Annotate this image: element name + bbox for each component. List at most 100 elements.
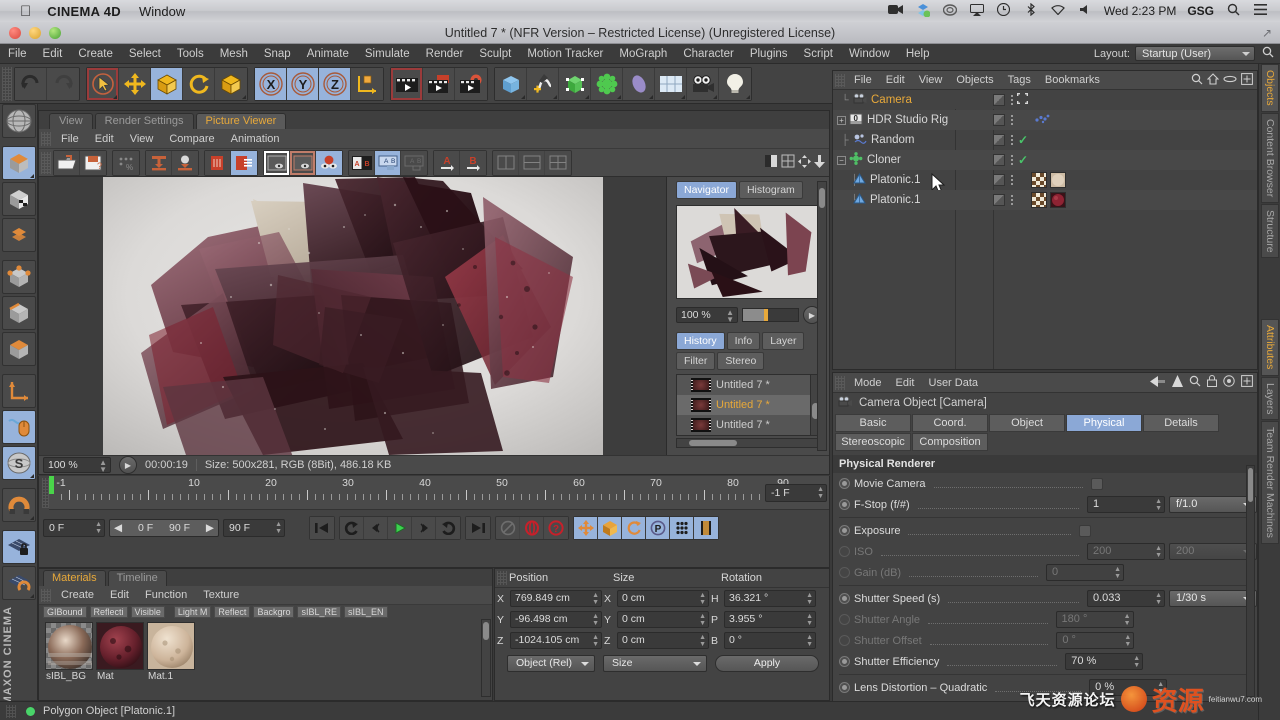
tab-navigator[interactable]: Navigator xyxy=(676,181,737,199)
visibility-dots[interactable] xyxy=(1011,115,1013,125)
range-end-arrow[interactable]: ▶ xyxy=(206,522,214,534)
coordinate-mode-dropdown[interactable]: Object (Rel) xyxy=(507,655,595,672)
property-movie-camera[interactable]: Movie Camera xyxy=(833,473,1257,494)
radio-icon[interactable] xyxy=(839,682,850,693)
lock-x-axis[interactable]: X xyxy=(255,67,287,100)
radio-icon[interactable] xyxy=(839,478,850,489)
pv-toolbar-grip[interactable] xyxy=(41,151,51,174)
picture-viewer-vertical-scrollbar[interactable] xyxy=(817,181,827,451)
model-mode-button[interactable] xyxy=(2,146,36,180)
attributes-grip[interactable] xyxy=(835,375,845,390)
material-name[interactable]: Mat xyxy=(96,671,144,682)
dropbox-icon[interactable] xyxy=(915,3,931,20)
add-camera-button[interactable] xyxy=(687,67,719,100)
menu-file[interactable]: File xyxy=(0,44,35,64)
add-nurbs-button[interactable] xyxy=(559,67,591,100)
autokey-button[interactable] xyxy=(496,517,520,539)
menu-simulate[interactable]: Simulate xyxy=(357,44,418,64)
tab-picture-viewer[interactable]: Picture Viewer xyxy=(195,113,287,129)
polygons-mode-button[interactable] xyxy=(2,332,36,366)
spinner-icon[interactable]: ▲ ▼ xyxy=(1155,545,1162,559)
visibility-dots-toggle[interactable] xyxy=(993,94,1005,106)
table-row[interactable]: + 0 HDR Studio Rig xyxy=(833,110,1257,130)
add-cube-button[interactable] xyxy=(495,67,527,100)
rail-tab-layers[interactable]: Layers xyxy=(1261,376,1279,421)
pv-menu-compare[interactable]: Compare xyxy=(161,133,222,145)
live-selection-tool[interactable] xyxy=(87,67,119,100)
ellipse-icon[interactable] xyxy=(1223,74,1237,87)
position-x-field[interactable]: 769.849 cm ▲ ▼ xyxy=(510,590,602,607)
om-menu-bookmarks[interactable]: Bookmarks xyxy=(1038,74,1107,86)
menu-plugins[interactable]: Plugins xyxy=(742,44,796,64)
search-icon[interactable] xyxy=(1189,375,1201,390)
menu-character[interactable]: Character xyxy=(675,44,742,64)
back-arrow-icon[interactable] xyxy=(1150,375,1166,390)
f-stop-dropdown[interactable]: f/1.0 xyxy=(1169,496,1257,513)
tab-histogram[interactable]: Histogram xyxy=(738,181,803,199)
tab-object[interactable]: Object xyxy=(989,414,1065,432)
property-shutter-efficiency[interactable]: Shutter Efficiency 70 % ▲ ▼ xyxy=(833,651,1257,672)
chip[interactable]: GIBound xyxy=(43,606,87,618)
shutter-speed-dropdown[interactable]: 1/30 s xyxy=(1169,590,1257,607)
tool-variants-corner[interactable] xyxy=(521,94,525,99)
edges-mode-button[interactable] xyxy=(2,296,36,330)
world-object-coordinate-toggle[interactable] xyxy=(351,67,383,100)
property-f-stop[interactable]: F-Stop (f/#) 1 ▲ ▼ f/1.0 xyxy=(833,494,1257,515)
add-icon[interactable] xyxy=(1241,375,1253,390)
chip[interactable]: Reflect xyxy=(214,606,251,618)
menu-window[interactable]: Window xyxy=(841,44,898,64)
expander-plus-icon[interactable]: + xyxy=(837,115,846,125)
time-machine-icon[interactable] xyxy=(996,2,1012,19)
property-iso[interactable]: ISO 200 ▲ ▼ 200 xyxy=(833,541,1257,562)
spinner-icon[interactable]: ▲ ▼ xyxy=(99,459,107,474)
pv-menu-animation[interactable]: Animation xyxy=(223,133,288,145)
key-scale-button[interactable] xyxy=(598,517,622,539)
enabled-check-icon[interactable]: ✓ xyxy=(1018,133,1028,147)
make-editable-button[interactable] xyxy=(2,104,36,138)
navigator-preview[interactable] xyxy=(676,205,821,299)
visibility-dots[interactable] xyxy=(1011,155,1013,165)
tool-variants-corner[interactable] xyxy=(30,516,34,520)
rail-tab-objects[interactable]: Objects xyxy=(1261,64,1279,112)
table-row[interactable]: └ Platonic.1 xyxy=(833,190,1257,210)
history-book-icon[interactable] xyxy=(231,150,257,175)
chip[interactable]: Visible xyxy=(130,606,165,618)
shutter-offset-field[interactable]: 0 ° ▲ ▼ xyxy=(1056,632,1135,649)
viewer-zoom-field[interactable]: 100 % ▲ ▼ xyxy=(43,457,111,474)
max-frame-field[interactable]: 90 F ▲ ▼ xyxy=(223,519,285,537)
pv-menu-grip[interactable] xyxy=(41,131,51,146)
spinner-icon[interactable]: ▲ ▼ xyxy=(699,634,706,648)
size-mode-dropdown[interactable]: Size xyxy=(603,655,707,672)
object-row-hdr-studio-rig[interactable]: + 0 HDR Studio Rig xyxy=(833,113,993,128)
layout-single-icon[interactable] xyxy=(493,150,519,175)
tool-variants-corner[interactable] xyxy=(649,94,653,99)
object-row-camera[interactable]: └ Camera xyxy=(833,93,993,107)
layout-split-icon[interactable] xyxy=(519,150,545,175)
target-icon[interactable] xyxy=(1223,375,1235,390)
axis-modify-button[interactable] xyxy=(2,374,36,408)
pan-arrows-icon[interactable] xyxy=(798,154,811,171)
tab-coord[interactable]: Coord. xyxy=(912,414,988,432)
list-item[interactable]: Untitled 7 * xyxy=(677,415,820,435)
add-layer-icon[interactable] xyxy=(1241,72,1253,88)
spinner-icon[interactable]: ▲ ▼ xyxy=(592,634,599,648)
b-arrow-icon[interactable]: B xyxy=(460,150,486,175)
chip[interactable]: Backgro xyxy=(253,606,295,618)
send-down-icon[interactable] xyxy=(146,150,172,175)
preview-range-bar[interactable]: ◀ 0 F 90 F ▶ xyxy=(109,519,219,537)
fullscreen-icon[interactable]: ↗ xyxy=(1262,26,1272,40)
object-row-platonic-1[interactable]: ├ Platonic.1 xyxy=(833,172,993,188)
screen-record-icon[interactable] xyxy=(888,4,904,18)
expander-minus-icon[interactable]: − xyxy=(837,155,846,165)
menu-edit[interactable]: Edit xyxy=(35,44,71,64)
go-to-end-button[interactable] xyxy=(466,517,490,539)
timeline-ruler[interactable]: -1 10 20 30 40 50 60 70 80 90 -1 F ▲ ▼ xyxy=(49,476,829,510)
up-arrow-icon[interactable] xyxy=(1172,375,1183,390)
menu-mesh[interactable]: Mesh xyxy=(212,44,256,64)
om-menu-edit[interactable]: Edit xyxy=(879,74,912,86)
add-keyframe-button[interactable]: ? xyxy=(544,517,568,539)
spinner-icon[interactable]: ▲ ▼ xyxy=(1124,613,1131,627)
previous-key-button[interactable] xyxy=(364,517,388,539)
undo-button[interactable] xyxy=(15,67,47,100)
go-to-start-button[interactable] xyxy=(310,517,334,539)
